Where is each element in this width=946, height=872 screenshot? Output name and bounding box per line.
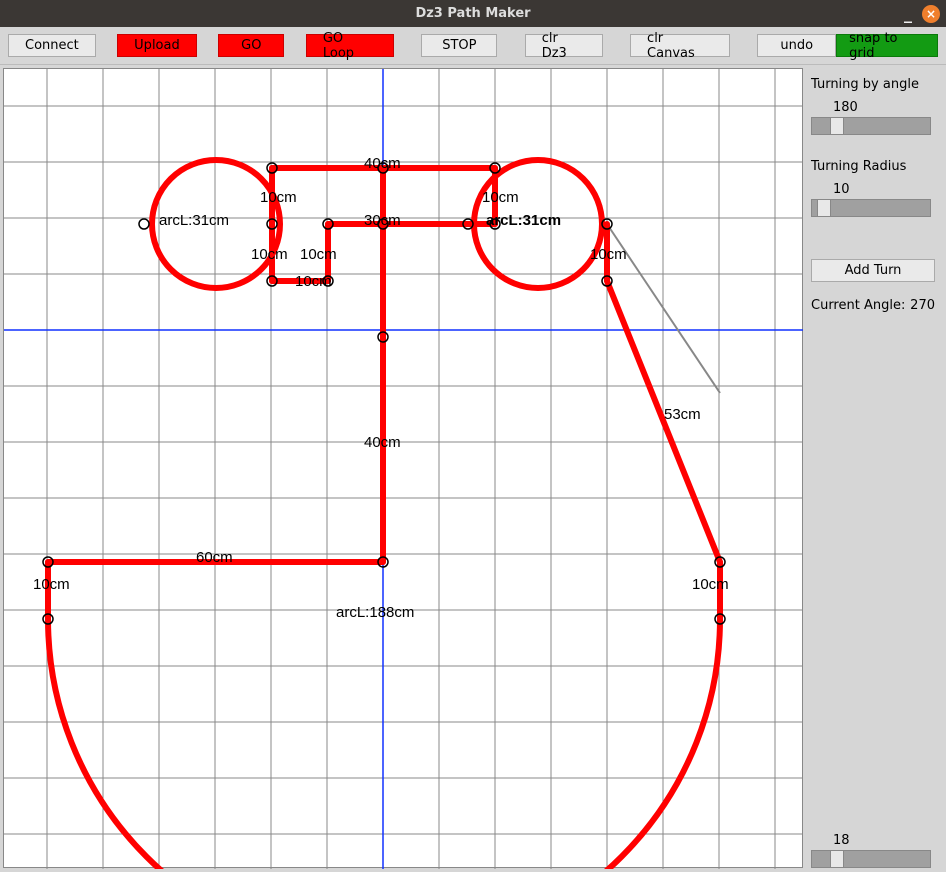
current-angle-label: Current Angle: (811, 298, 905, 313)
turning-angle-slider[interactable] (811, 117, 931, 135)
turning-radius-value: 10 (833, 182, 935, 197)
toolbar: Connect Upload GO GO Loop STOP clr Dz3 c… (0, 27, 946, 65)
svg-text:30cm: 30cm (364, 212, 401, 229)
titlebar: Dz3 Path Maker _ × (0, 0, 946, 27)
undo-button[interactable]: undo (757, 34, 836, 57)
minimize-icon[interactable]: _ (904, 9, 912, 19)
svg-text:40cm: 40cm (364, 434, 401, 451)
svg-text:53cm: 53cm (664, 406, 701, 423)
connect-button[interactable]: Connect (8, 34, 96, 57)
svg-text:10cm: 10cm (692, 576, 729, 593)
clrcanvas-button[interactable]: clr Canvas (630, 34, 730, 57)
svg-text:arcL:31cm: arcL:31cm (159, 212, 229, 229)
svg-text:40cm: 40cm (364, 155, 401, 172)
snap-button[interactable]: snap to grid (836, 34, 938, 57)
svg-text:10cm: 10cm (260, 189, 297, 206)
bottom-slider[interactable] (811, 850, 931, 868)
go-button[interactable]: GO (218, 34, 284, 57)
main-area: arcL:31cm 10cm 10cm 10cm 10cm 40cm 30cm 10cm arc… (0, 65, 946, 872)
svg-text:10cm: 10cm (590, 246, 627, 263)
upload-button[interactable]: Upload (117, 34, 197, 57)
window-title: Dz3 Path Maker (0, 6, 946, 21)
svg-text:arcL:188cm: arcL:188cm (336, 604, 414, 621)
clrdz3-button[interactable]: clr Dz3 (525, 34, 603, 57)
canvas-svg[interactable]: arcL:31cm 10cm 10cm 10cm 10cm 40cm 30cm 10cm arc… (4, 69, 804, 869)
goloop-button[interactable]: GO Loop (306, 34, 394, 57)
side-panel: Turning by angle 180 Turning Radius 10 A… (803, 65, 943, 872)
svg-text:60cm: 60cm (196, 549, 233, 566)
current-angle-value: 270 (910, 298, 935, 313)
svg-text:arcL:31cm: arcL:31cm (486, 212, 561, 229)
svg-text:10cm: 10cm (33, 576, 70, 593)
svg-text:10cm: 10cm (300, 246, 337, 263)
turning-radius-slider[interactable] (811, 199, 931, 217)
svg-text:10cm: 10cm (482, 189, 519, 206)
stop-button[interactable]: STOP (421, 34, 497, 57)
close-icon[interactable]: × (922, 5, 940, 23)
svg-text:10cm: 10cm (251, 246, 288, 263)
turning-angle-label: Turning by angle (811, 77, 935, 92)
svg-text:10cm: 10cm (295, 273, 332, 290)
turning-angle-value: 180 (833, 100, 935, 115)
drawing-canvas[interactable]: arcL:31cm 10cm 10cm 10cm 10cm 40cm 30cm 10cm arc… (3, 68, 803, 868)
turning-radius-label: Turning Radius (811, 159, 935, 174)
add-turn-button[interactable]: Add Turn (811, 259, 935, 282)
bottom-slider-value: 18 (833, 833, 931, 848)
